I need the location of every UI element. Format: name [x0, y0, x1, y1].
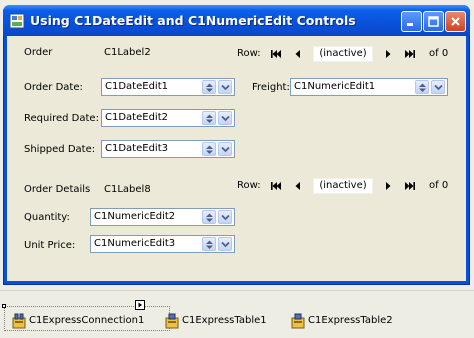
freight-value: C1NumericEdit1 — [294, 81, 376, 92]
app-icon — [9, 13, 25, 29]
database-connection-icon — [12, 313, 26, 329]
table2-name: C1ExpressTable2 — [308, 315, 393, 326]
required-date-value: C1DateEdit2 — [105, 112, 168, 123]
freight-numeric-edit[interactable]: C1NumericEdit1 — [290, 78, 448, 96]
spin-button[interactable] — [415, 80, 429, 94]
previous-record-icon[interactable] — [291, 179, 305, 193]
first-record-icon[interactable] — [269, 47, 283, 61]
unit-price-value: C1NumericEdit3 — [94, 238, 176, 249]
spin-button[interactable] — [202, 80, 216, 94]
title-bar[interactable]: Using C1DateEdit and C1NumericEdit Contr… — [3, 5, 470, 36]
quantity-value: C1NumericEdit2 — [94, 211, 176, 222]
spin-button[interactable] — [202, 237, 216, 251]
chevron-down-icon — [221, 241, 230, 248]
nav-count-label: of 0 — [429, 180, 449, 191]
minimize-icon — [407, 23, 413, 26]
chevron-down-icon — [221, 146, 230, 153]
order-date-edit[interactable]: C1DateEdit1 — [101, 78, 235, 96]
order-label: Order — [24, 47, 53, 58]
required-date-label: Required Date: — [24, 113, 99, 124]
shipped-date-label: Shipped Date: — [24, 144, 96, 155]
next-record-icon[interactable] — [381, 47, 395, 61]
spin-button[interactable] — [202, 210, 216, 224]
required-date-edit[interactable]: C1DateEdit2 — [101, 109, 235, 127]
first-record-icon[interactable] — [269, 179, 283, 193]
maximize-button[interactable] — [423, 11, 444, 32]
order-value-label: C1Label2 — [104, 47, 151, 58]
spin-arrows-icon — [419, 83, 426, 92]
form-window: Using C1DateEdit and C1NumericEdit Contr… — [3, 5, 470, 285]
minimize-button[interactable] — [401, 11, 422, 32]
chevron-down-icon — [221, 115, 230, 122]
window-title: Using C1DateEdit and C1NumericEdit Contr… — [30, 13, 356, 28]
order-details-value-label: C1Label8 — [104, 184, 151, 195]
details-navigator: Row: (inactive) of 0 — [237, 178, 452, 194]
shipped-date-value: C1DateEdit3 — [105, 143, 168, 154]
spin-arrows-icon — [206, 213, 213, 222]
order-details-label: Order Details — [24, 184, 91, 195]
form-client-area: Order C1Label2 Row: (inactive) of 0 Orde… — [7, 36, 466, 281]
smart-tag-button[interactable] — [135, 300, 145, 310]
freight-label: Freight: — [252, 82, 290, 93]
spin-arrows-icon — [206, 145, 213, 154]
dropdown-button[interactable] — [218, 111, 232, 125]
dropdown-button[interactable] — [218, 80, 232, 94]
unit-price-numeric-edit[interactable]: C1NumericEdit3 — [90, 235, 235, 253]
quantity-numeric-edit[interactable]: C1NumericEdit2 — [90, 208, 235, 226]
order-date-label: Order Date: — [24, 82, 83, 93]
table1-name: C1ExpressTable1 — [182, 315, 267, 326]
nav-position-box[interactable]: (inactive) — [313, 46, 373, 62]
order-date-value: C1DateEdit1 — [105, 81, 168, 92]
connection-name: C1ExpressConnection1 — [29, 315, 145, 326]
order-navigator: Row: (inactive) of 0 — [237, 46, 452, 62]
chevron-down-icon — [221, 214, 230, 221]
selection-handle[interactable] — [2, 304, 6, 308]
spin-arrows-icon — [206, 114, 213, 123]
quantity-label: Quantity: — [24, 212, 70, 223]
nav-row-label: Row: — [237, 48, 261, 59]
last-record-icon[interactable] — [403, 47, 417, 61]
data-table-icon — [291, 313, 305, 329]
dropdown-button[interactable] — [431, 80, 445, 94]
spin-arrows-icon — [206, 83, 213, 92]
maximize-icon — [428, 16, 439, 27]
close-button[interactable] — [445, 11, 466, 32]
smart-tag-arrow-icon — [138, 302, 142, 308]
last-record-icon[interactable] — [403, 179, 417, 193]
spin-arrows-icon — [206, 240, 213, 249]
unit-price-label: Unit Price: — [24, 240, 76, 251]
dropdown-button[interactable] — [218, 142, 232, 156]
nav-row-label: Row: — [237, 180, 261, 191]
nav-position-box[interactable]: (inactive) — [313, 178, 373, 194]
dropdown-button[interactable] — [218, 237, 232, 251]
data-table-icon — [165, 313, 179, 329]
chevron-down-icon — [434, 84, 443, 91]
dropdown-button[interactable] — [218, 210, 232, 224]
close-icon — [451, 17, 460, 26]
chevron-down-icon — [221, 84, 230, 91]
shipped-date-edit[interactable]: C1DateEdit3 — [101, 140, 235, 158]
spin-button[interactable] — [202, 142, 216, 156]
next-record-icon[interactable] — [381, 179, 395, 193]
spin-button[interactable] — [202, 111, 216, 125]
previous-record-icon[interactable] — [291, 47, 305, 61]
nav-count-label: of 0 — [429, 48, 449, 59]
